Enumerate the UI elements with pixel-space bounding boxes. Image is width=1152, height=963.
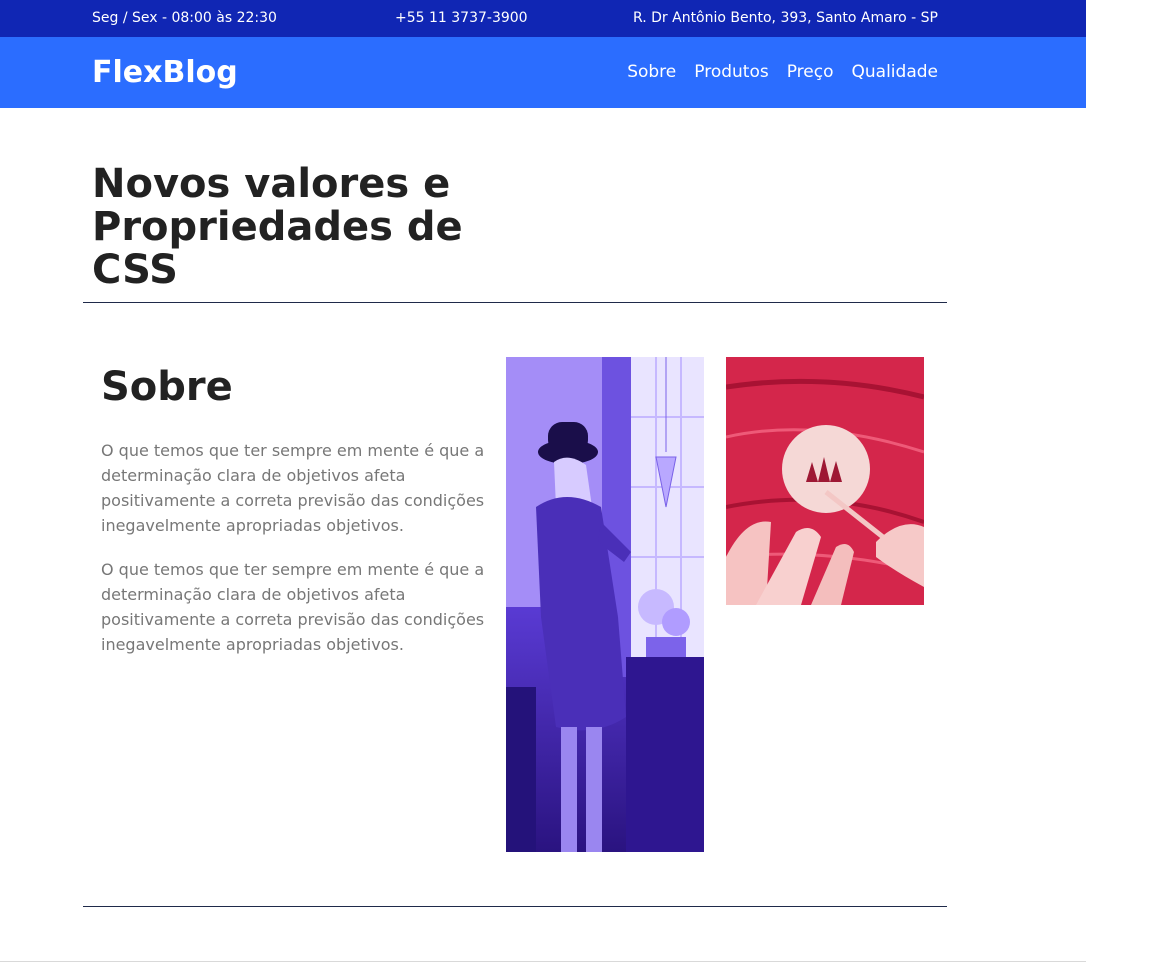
nav-link-sobre[interactable]: Sobre [627,62,676,82]
woman-in-hat-photo [506,357,704,852]
section-divider-top [83,302,947,303]
section-divider-bottom [83,906,947,907]
page-bottom-border [0,961,1086,962]
logo[interactable]: FlexBlog [92,55,238,90]
nav-link-preco[interactable]: Preço [787,62,834,82]
about-paragraph-2: O que temos que ter sempre em mente é qu… [101,560,485,654]
top-info-bar: Seg / Sex - 08:00 às 22:30 +55 11 3737-3… [0,0,1086,37]
address: R. Dr Antônio Bento, 393, Santo Amaro - … [633,10,938,26]
phone-number: +55 11 3737-3900 [395,10,528,26]
main-nav: Sobre Produtos Preço Qualidade [627,62,938,82]
site-header: FlexBlog Sobre Produtos Preço Qualidade [0,37,1086,108]
about-heading: Sobre [101,364,233,410]
miniature-painting-photo [726,357,924,605]
nav-link-qualidade[interactable]: Qualidade [852,62,938,82]
nav-link-produtos[interactable]: Produtos [694,62,768,82]
page-title: Novos valores e Propriedades de CSS [92,161,463,293]
page: Seg / Sex - 08:00 às 22:30 +55 11 3737-3… [0,0,1086,963]
about-paragraph-1: O que temos que ter sempre em mente é qu… [101,441,485,535]
opening-hours: Seg / Sex - 08:00 às 22:30 [92,10,277,26]
